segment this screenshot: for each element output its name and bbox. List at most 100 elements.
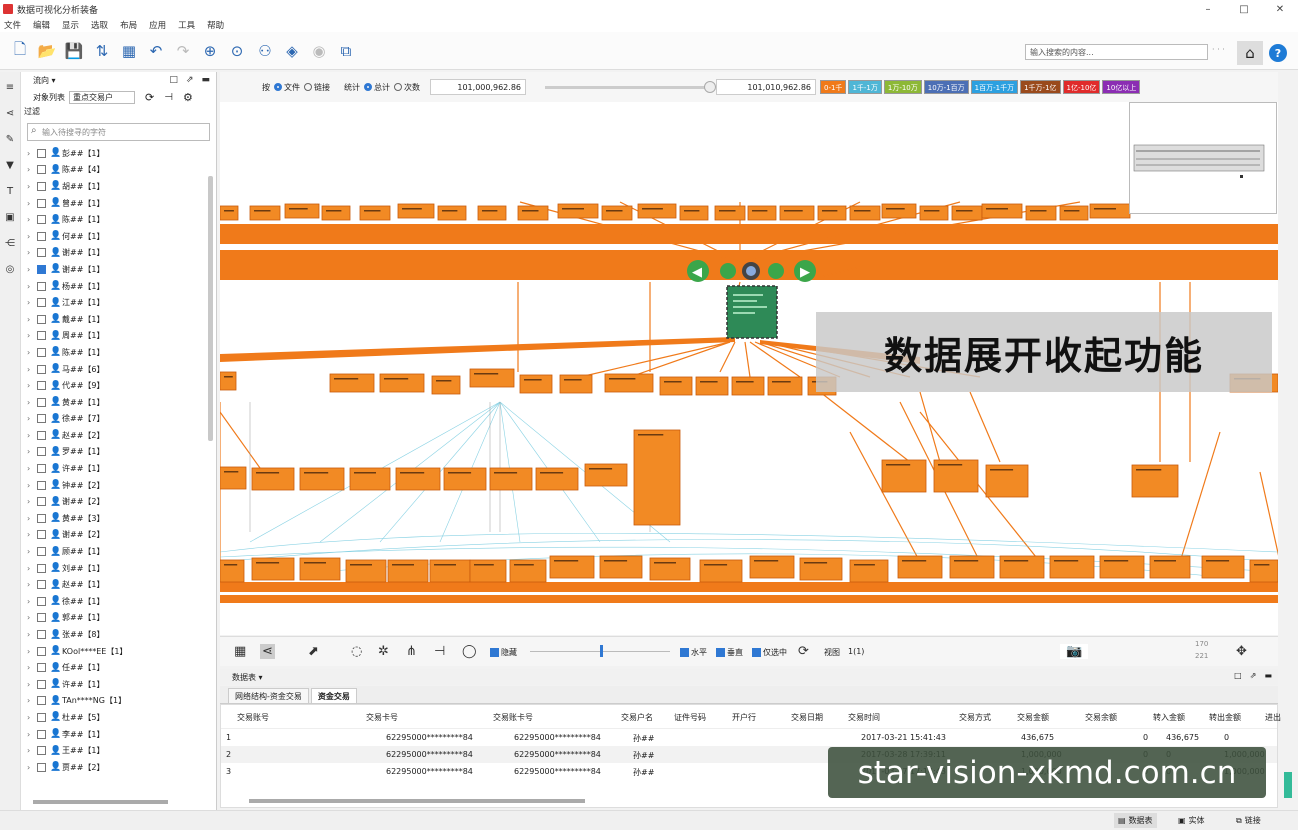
branch-layout-icon[interactable]: ⊣ — [434, 644, 445, 659]
status-link[interactable]: ⧉ 链接 — [1236, 815, 1261, 826]
graph-node[interactable] — [477, 205, 507, 221]
network-view-icon[interactable]: ⋖ — [260, 644, 275, 659]
sync-icon[interactable]: ⟳ — [798, 644, 809, 659]
col-amount[interactable]: 交易金额 — [1017, 712, 1049, 723]
item-checkbox[interactable] — [37, 679, 46, 689]
item-checkbox[interactable] — [37, 248, 46, 258]
table-icon[interactable]: ▦ — [119, 41, 139, 61]
tab-funds[interactable]: 资金交易 — [310, 688, 357, 703]
expand-arrow-icon[interactable]: › — [27, 182, 37, 191]
graph-node[interactable] — [981, 203, 1023, 219]
item-checkbox[interactable] — [37, 613, 46, 623]
col-method[interactable]: 交易方式 — [959, 712, 991, 723]
stat-count-radio[interactable] — [394, 83, 402, 91]
legend-chip[interactable]: 10亿以上 — [1102, 80, 1141, 94]
list-item[interactable]: › 👤 谢##【1】 — [21, 245, 216, 262]
pin-icon[interactable]: ⇗ — [186, 75, 194, 85]
hide-icon[interactable]: ◈ — [282, 41, 302, 61]
dock-icon[interactable]: □ — [169, 75, 178, 85]
item-checkbox[interactable] — [37, 596, 46, 606]
group-icon[interactable]: ⚇ — [255, 41, 275, 61]
item-checkbox[interactable] — [37, 630, 46, 640]
legend-chip[interactable]: 10万-1百万 — [923, 80, 969, 94]
list-item[interactable]: › 👤 代##【9】 — [21, 377, 216, 394]
expand-arrow-icon[interactable]: › — [27, 464, 37, 473]
graph-node[interactable] — [321, 205, 351, 221]
list-item[interactable]: › 👤 彭##【1】 — [21, 145, 216, 162]
camera-icon[interactable]: 📷 — [1060, 644, 1089, 659]
graph-node[interactable] — [1149, 555, 1191, 579]
list-item[interactable]: › 👤 陈##【1】 — [21, 344, 216, 361]
expand-arrow-icon[interactable]: › — [27, 730, 37, 739]
item-checkbox[interactable] — [37, 447, 46, 457]
col-inout[interactable]: 进出 — [1265, 712, 1281, 723]
expand-arrow-icon[interactable]: › — [27, 613, 37, 622]
graph-node[interactable] — [817, 205, 847, 221]
graph-node[interactable] — [1089, 203, 1131, 219]
list-item[interactable]: › 👤 徐##【1】 — [21, 593, 216, 610]
list-item[interactable]: › 👤 赵##【1】 — [21, 576, 216, 593]
col-time[interactable]: 交易时间 — [848, 712, 880, 723]
item-checkbox[interactable] — [37, 712, 46, 722]
graph-node[interactable] — [249, 205, 281, 221]
move-icon[interactable]: ✥ — [1236, 644, 1247, 659]
graph-node[interactable] — [1049, 555, 1095, 579]
graph-node[interactable] — [299, 557, 341, 581]
network-icon[interactable]: ⋲ — [0, 234, 20, 254]
image-icon[interactable]: ▣ — [0, 208, 20, 228]
expand-arrow-icon[interactable]: › — [27, 431, 37, 440]
graph-node[interactable] — [604, 373, 654, 393]
legend-chip[interactable]: 1万-10万 — [883, 80, 922, 94]
list-item[interactable]: › 👤 杜##【5】 — [21, 709, 216, 726]
expand-arrow-icon[interactable]: › — [27, 680, 37, 689]
range-slider-track[interactable] — [545, 86, 715, 89]
table-row[interactable]: 1 62295000*********84 62295000*********84 孙… — [221, 729, 1277, 746]
expand-arrow-icon[interactable]: › — [27, 315, 37, 324]
item-checkbox[interactable] — [37, 646, 46, 656]
graph-node[interactable] — [1249, 559, 1278, 583]
expand-arrow-icon[interactable]: › — [27, 149, 37, 158]
graph-node[interactable] — [559, 374, 593, 394]
graph-node[interactable] — [951, 205, 983, 221]
import-icon[interactable]: ⇅ — [92, 41, 112, 61]
item-checkbox[interactable] — [37, 580, 46, 590]
graph-node[interactable] — [489, 467, 533, 491]
list-item[interactable]: › 👤 钟##【2】 — [21, 477, 216, 494]
list-item[interactable]: › 👤 黄##【1】 — [21, 394, 216, 411]
item-checkbox[interactable] — [37, 464, 46, 474]
expand-arrow-icon[interactable]: › — [27, 265, 37, 274]
expand-arrow-icon[interactable]: › — [27, 381, 37, 390]
item-checkbox[interactable] — [37, 364, 46, 374]
search-options[interactable]: · · · — [1212, 45, 1225, 54]
item-checkbox[interactable] — [37, 381, 46, 391]
col-id[interactable]: 证件号码 — [674, 712, 706, 723]
item-checkbox[interactable] — [37, 729, 46, 739]
by-link-radio[interactable] — [304, 83, 312, 91]
graph-node[interactable] — [557, 203, 599, 219]
graph-node[interactable] — [397, 203, 435, 219]
expand-arrow-icon[interactable]: › — [27, 481, 37, 490]
item-checkbox[interactable] — [37, 480, 46, 490]
collapse-icon[interactable]: ▬ — [201, 75, 210, 85]
new-file-icon[interactable]: 🗋 — [10, 40, 30, 61]
graph-node[interactable] — [517, 205, 549, 221]
list-item[interactable]: › 👤 胡##【1】 — [21, 178, 216, 195]
expand-arrow-icon[interactable]: › — [27, 647, 37, 656]
graph-node[interactable] — [395, 467, 441, 491]
table-hscrollbar[interactable] — [249, 799, 585, 803]
graph-node[interactable] — [799, 557, 843, 581]
list-item[interactable]: › 👤 谢##【1】 — [21, 261, 216, 278]
graph-node[interactable] — [599, 555, 643, 579]
right-scrollbar[interactable] — [1281, 72, 1298, 810]
item-checkbox[interactable] — [37, 347, 46, 357]
list-item[interactable]: › 👤 赵##【2】 — [21, 427, 216, 444]
item-checkbox[interactable] — [37, 414, 46, 424]
expand-arrow-icon[interactable]: › — [27, 497, 37, 506]
graph-node[interactable] — [731, 376, 765, 396]
stats-icon[interactable]: ◎ — [0, 260, 20, 280]
close-button[interactable]: ✕ — [1262, 0, 1298, 18]
expand-arrow-icon[interactable]: › — [27, 663, 37, 672]
expand-arrow-icon[interactable]: › — [27, 365, 37, 374]
maximize-button[interactable]: □ — [1226, 0, 1262, 18]
graph-node[interactable] — [509, 559, 547, 583]
